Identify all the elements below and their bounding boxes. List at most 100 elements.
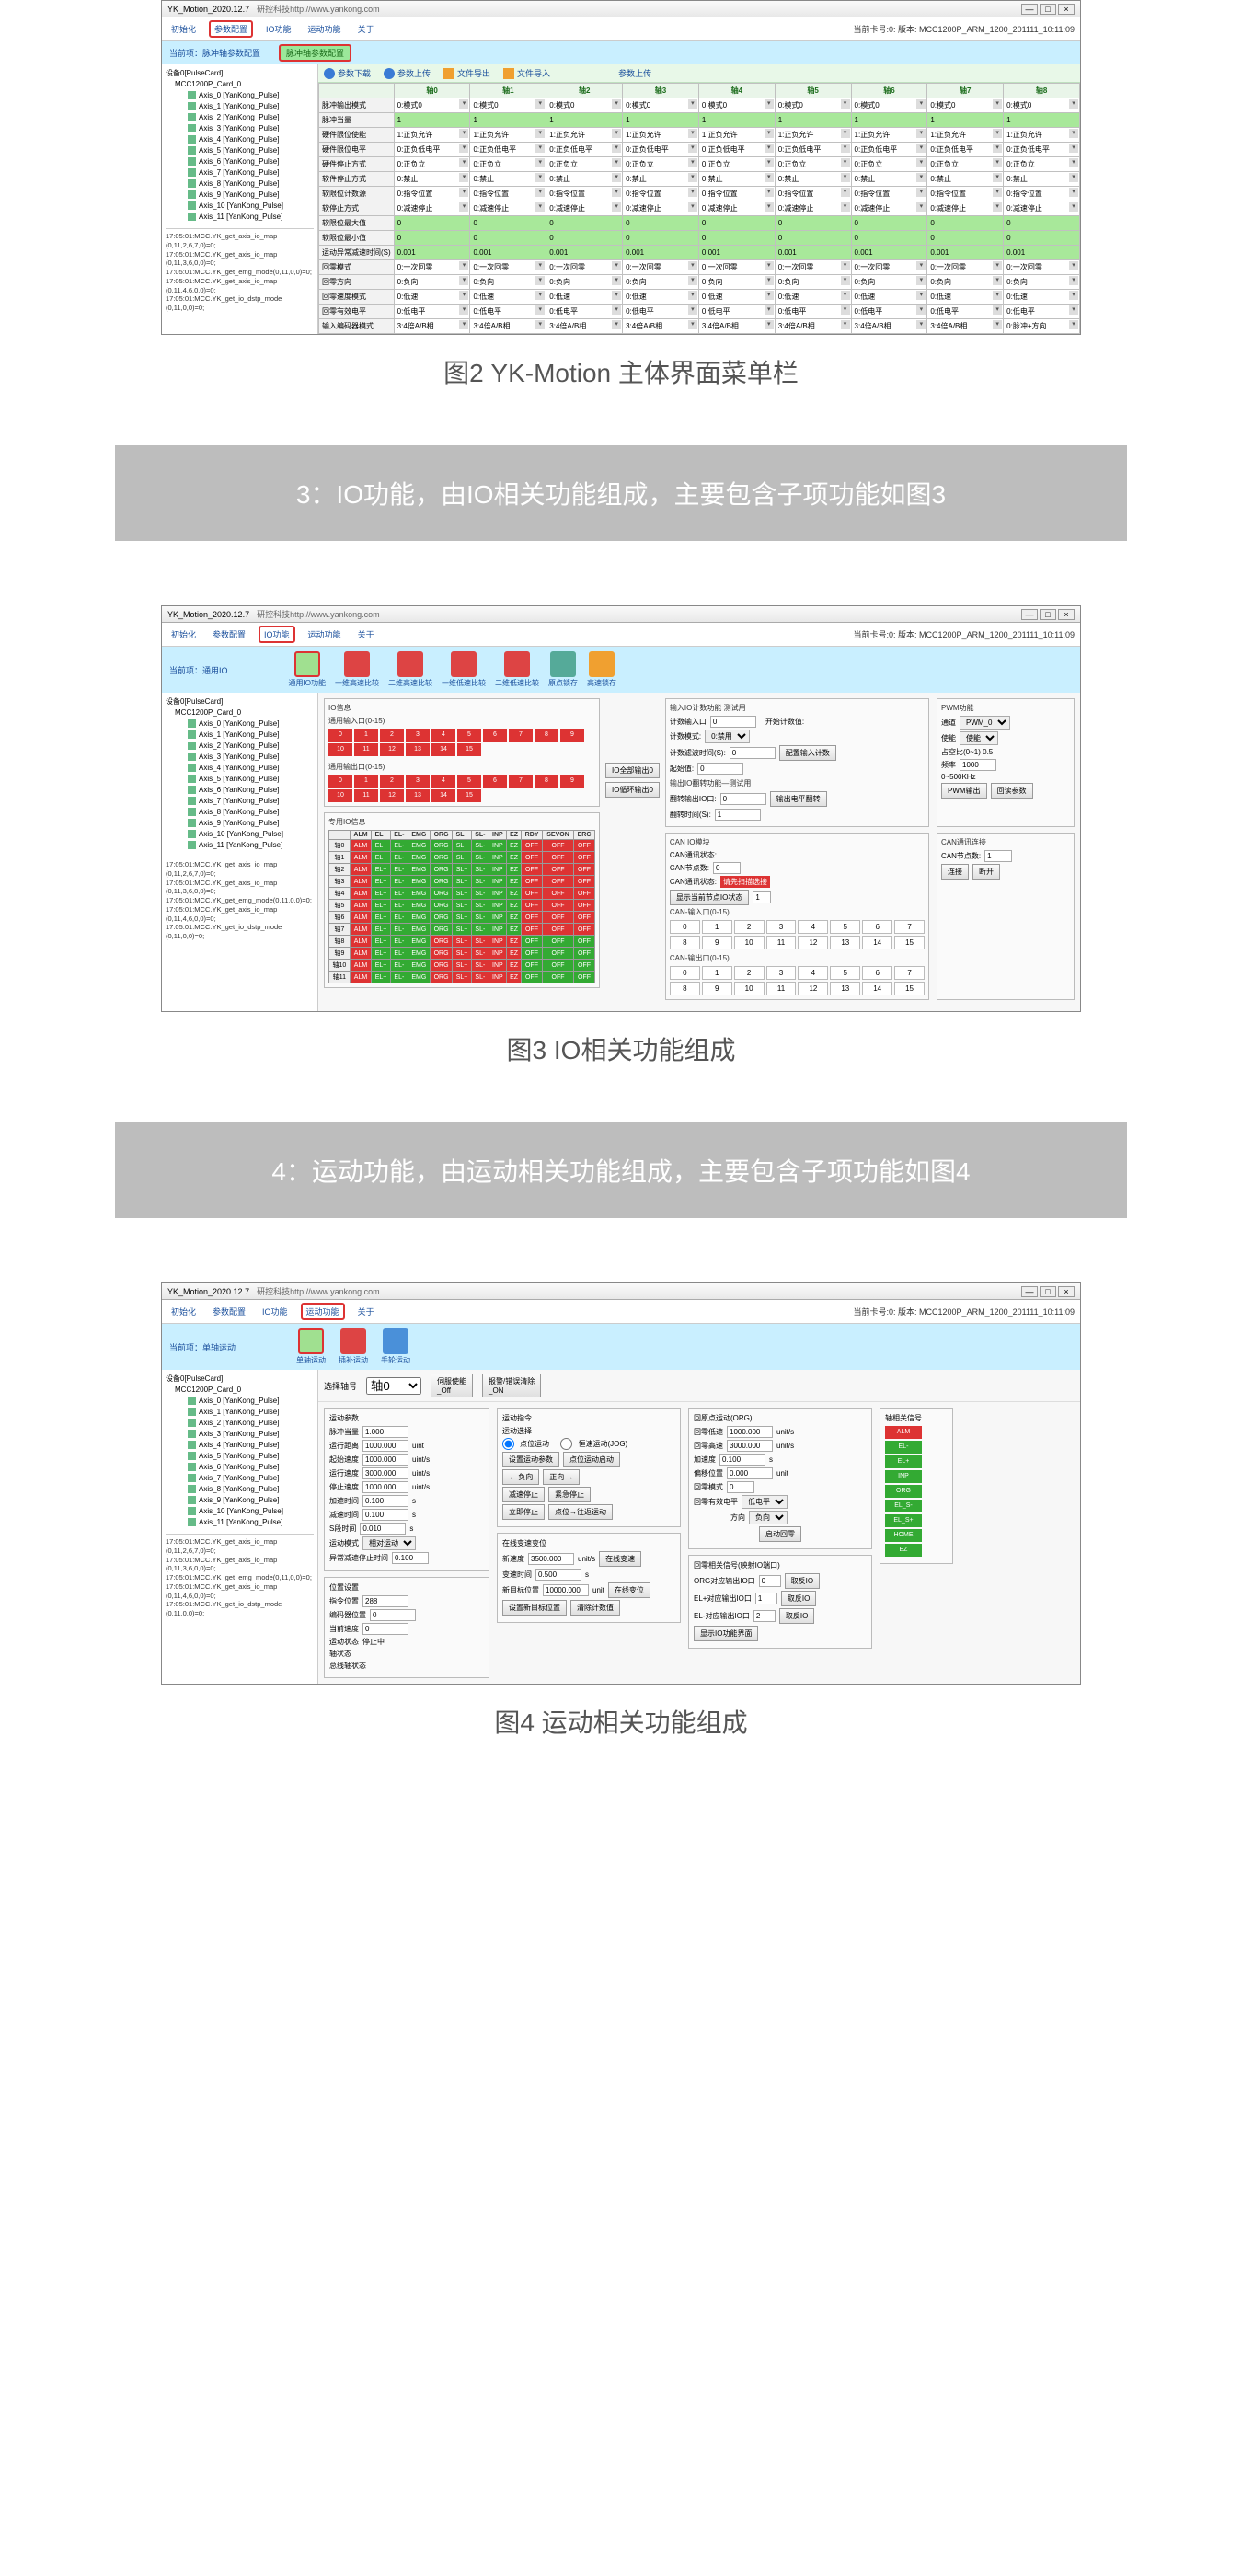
tree-root[interactable]: 设备0[PulseCard]: [166, 1374, 314, 1385]
point-motion-radio[interactable]: [502, 1438, 514, 1450]
gen-out-13[interactable]: 13: [406, 789, 430, 802]
tab-2d-ls-icon[interactable]: [504, 651, 530, 677]
tree-axis[interactable]: Axis_3 [YanKong_Pulse]: [166, 123, 314, 134]
reciprocate-button[interactable]: 点位→往返运动: [548, 1504, 613, 1520]
menu-io[interactable]: IO功能: [259, 626, 295, 643]
tree-axis[interactable]: Axis_3 [YanKong_Pulse]: [166, 1429, 314, 1440]
pwm-freq-input[interactable]: [960, 759, 996, 771]
tree-axis[interactable]: Axis_10 [YanKong_Pulse]: [166, 1506, 314, 1517]
tree-axis[interactable]: Axis_1 [YanKong_Pulse]: [166, 101, 314, 112]
tab-1d-ls-icon[interactable]: [451, 651, 477, 677]
tab-general-io-icon[interactable]: [294, 651, 320, 677]
tab-interp[interactable]: 插补运动: [339, 1355, 368, 1365]
online-vs-button[interactable]: 在线变速: [599, 1551, 641, 1567]
home-low-input[interactable]: [727, 1426, 773, 1438]
menu-motion[interactable]: 运动功能: [305, 627, 345, 641]
tree-axis[interactable]: Axis_8 [YanKong_Pulse]: [166, 1484, 314, 1495]
tree-root[interactable]: 设备0[PulseCard]: [166, 696, 314, 707]
tree-axis[interactable]: Axis_6 [YanKong_Pulse]: [166, 785, 314, 796]
home-dir-select[interactable]: 负向: [749, 1511, 788, 1524]
menu-motion[interactable]: 运动功能: [305, 22, 345, 36]
dec-stop-button[interactable]: 减速停止: [502, 1487, 545, 1502]
stop-now-button[interactable]: 立即停止: [502, 1504, 545, 1520]
home-acc-input[interactable]: [719, 1454, 765, 1466]
tree-axis[interactable]: Axis_6 [YanKong_Pulse]: [166, 156, 314, 167]
tree-axis[interactable]: Axis_4 [YanKong_Pulse]: [166, 763, 314, 774]
can-out-2[interactable]: 2: [734, 966, 765, 980]
menu-init[interactable]: 初始化: [167, 22, 200, 36]
run-dist-input[interactable]: [362, 1440, 408, 1452]
level-flip-button[interactable]: 输出电平翻转: [770, 791, 827, 807]
axis-select[interactable]: 轴0: [366, 1377, 421, 1395]
tree-axis[interactable]: Axis_2 [YanKong_Pulse]: [166, 112, 314, 123]
home-mode-input[interactable]: [727, 1481, 754, 1493]
tree-axis[interactable]: Axis_3 [YanKong_Pulse]: [166, 752, 314, 763]
filter-time-input[interactable]: [730, 747, 776, 759]
tree-card[interactable]: MCC1200P_Card_0: [166, 1385, 314, 1396]
set-target-button[interactable]: 设置新目标位置: [502, 1600, 567, 1616]
tab-1d-hs-icon[interactable]: [344, 651, 370, 677]
can-node-count[interactable]: [713, 862, 741, 874]
menu-motion[interactable]: 运动功能: [301, 1303, 345, 1320]
pwm-output-button[interactable]: PWM输出: [941, 783, 987, 799]
gen-out-7[interactable]: 7: [509, 775, 533, 788]
servo-enable-button[interactable]: 伺服使能_Off: [431, 1374, 473, 1397]
min-button[interactable]: —: [1021, 1286, 1038, 1297]
enc-pos-input[interactable]: [370, 1609, 416, 1621]
tree-axis[interactable]: Axis_2 [YanKong_Pulse]: [166, 1418, 314, 1429]
max-button[interactable]: □: [1040, 1286, 1056, 1297]
param-download-button[interactable]: 参数下载: [324, 67, 371, 79]
tree-axis[interactable]: Axis_4 [YanKong_Pulse]: [166, 1440, 314, 1451]
menu-init[interactable]: 初始化: [167, 1305, 200, 1318]
gen-out-6[interactable]: 6: [483, 775, 507, 788]
show-io-ui-button[interactable]: 显示IO功能界面: [694, 1626, 758, 1641]
gen-out-12[interactable]: 12: [380, 789, 404, 802]
menu-about[interactable]: 关于: [354, 22, 378, 36]
can-out-13[interactable]: 13: [830, 982, 860, 995]
e-stop-button[interactable]: 紧急停止: [548, 1487, 591, 1502]
tab-general-io[interactable]: 通用IO功能: [289, 678, 326, 688]
menu-param[interactable]: 参数配置: [209, 627, 249, 641]
abn-dec-input[interactable]: [392, 1552, 429, 1564]
gen-out-5[interactable]: 5: [457, 775, 481, 788]
tab-single-axis[interactable]: 单轴运动: [296, 1355, 326, 1365]
stop-speed-input[interactable]: [362, 1481, 408, 1493]
set-param-button[interactable]: 设置运动参数: [502, 1452, 559, 1467]
subbar-highlight[interactable]: 脉冲轴参数配置: [279, 44, 351, 62]
home-level-select[interactable]: 低电平: [742, 1495, 788, 1509]
tree-card[interactable]: MCC1200P_Card_0: [166, 79, 314, 90]
can-out-14[interactable]: 14: [862, 982, 892, 995]
alarm-clear-button[interactable]: 报警/错误清除_ON: [482, 1374, 541, 1397]
tree-axis[interactable]: Axis_0 [YanKong_Pulse]: [166, 1396, 314, 1407]
file-export-button[interactable]: 文件导出: [443, 67, 490, 79]
pwm-channel-select[interactable]: PWM_0: [960, 716, 1010, 730]
elp-map-input[interactable]: [755, 1593, 777, 1604]
start-home-button[interactable]: 启动回零: [759, 1526, 801, 1542]
dec-time-input[interactable]: [362, 1509, 408, 1521]
param-upload2-button[interactable]: 参数上传: [618, 67, 651, 79]
tree-root[interactable]: 设备0[PulseCard]: [166, 68, 314, 79]
cmd-pos-input[interactable]: [362, 1595, 408, 1607]
gen-out-4[interactable]: 4: [431, 775, 455, 788]
tree-axis[interactable]: Axis_4 [YanKong_Pulse]: [166, 134, 314, 145]
acc-time-input[interactable]: [362, 1495, 408, 1507]
show-node-io-button[interactable]: 显示当前节点IO状态: [670, 890, 749, 905]
min-button[interactable]: —: [1021, 4, 1038, 15]
s-time-input[interactable]: [360, 1523, 406, 1535]
clear-count-button[interactable]: 清除计数值: [570, 1600, 620, 1616]
can-out-10[interactable]: 10: [734, 982, 765, 995]
tree-axis[interactable]: Axis_9 [YanKong_Pulse]: [166, 1495, 314, 1506]
tree-axis[interactable]: Axis_10 [YanKong_Pulse]: [166, 829, 314, 840]
cur-speed-input[interactable]: [362, 1623, 408, 1635]
neg-dir-button[interactable]: ← 负向: [502, 1469, 539, 1485]
gen-out-0[interactable]: 0: [328, 775, 352, 788]
tab-handwheel[interactable]: 手轮运动: [381, 1355, 410, 1365]
org-map-input[interactable]: [759, 1575, 781, 1587]
tab-2d-hs[interactable]: 二维高速比较: [388, 678, 432, 688]
menu-about[interactable]: 关于: [354, 1305, 378, 1318]
tab-hs-latch[interactable]: 高速锁存: [587, 678, 616, 688]
tree-axis[interactable]: Axis_0 [YanKong_Pulse]: [166, 90, 314, 101]
gen-out-15[interactable]: 15: [457, 789, 481, 802]
tree-axis[interactable]: Axis_2 [YanKong_Pulse]: [166, 741, 314, 752]
home-high-input[interactable]: [727, 1440, 773, 1452]
